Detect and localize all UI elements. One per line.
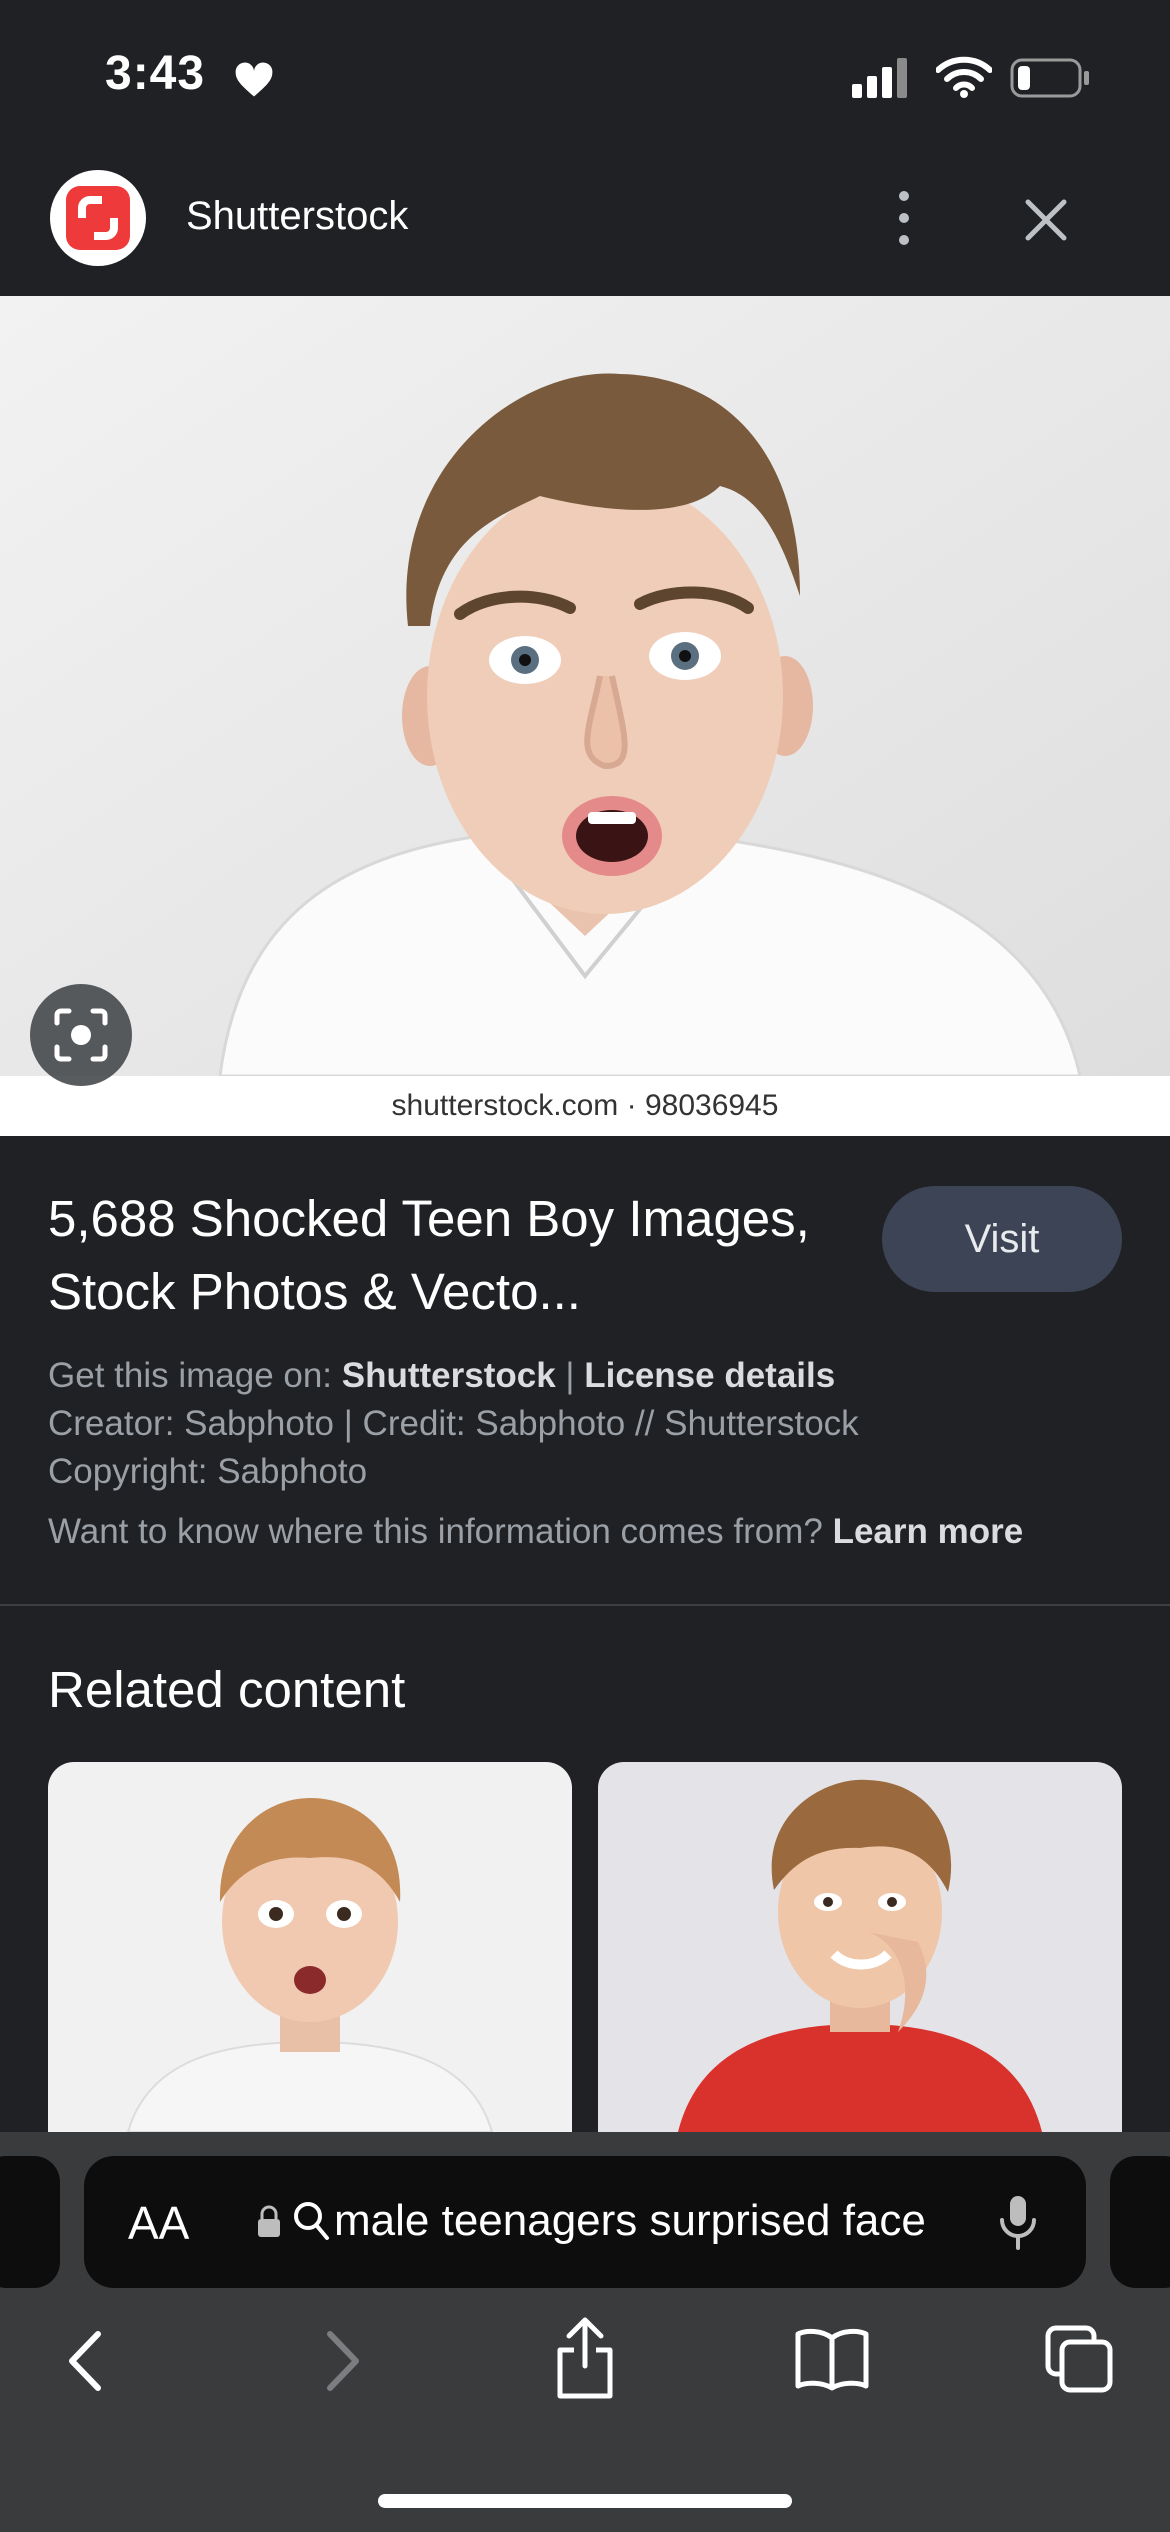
more-vert-icon[interactable] — [888, 188, 920, 248]
source-link[interactable]: Shutterstock — [342, 1356, 556, 1395]
license-details-link[interactable]: License details — [584, 1356, 835, 1395]
share-icon[interactable] — [552, 2316, 618, 2402]
text-size-button[interactable]: AA — [128, 2196, 189, 2250]
tabs-icon[interactable] — [1044, 2324, 1114, 2394]
home-indicator[interactable] — [378, 2494, 792, 2508]
lock-icon — [258, 2205, 280, 2237]
close-icon[interactable] — [1022, 196, 1070, 244]
learn-more-link[interactable]: Learn more — [833, 1512, 1024, 1551]
source-line: Get this image on: Shutterstock | Licens… — [48, 1356, 835, 1396]
lens-icon — [54, 1008, 108, 1062]
section-divider — [0, 1604, 1170, 1606]
related-thumbnail[interactable] — [598, 1762, 1122, 2132]
search-icon — [294, 2202, 329, 2240]
related-thumbnail[interactable] — [48, 1762, 572, 2132]
next-tab-preview[interactable] — [1110, 2156, 1170, 2288]
info-source-line: Want to know where this information come… — [48, 1512, 1023, 1552]
signal-icon — [852, 58, 907, 98]
copyright-line: Copyright: Sabphoto — [48, 1452, 368, 1491]
creator-line: Creator: Sabphoto | Credit: Sabphoto // … — [48, 1404, 859, 1443]
lens-button[interactable] — [30, 984, 132, 1086]
wifi-icon — [936, 56, 992, 98]
main-image[interactable] — [0, 296, 1170, 1076]
site-name: Shutterstock — [186, 194, 409, 238]
separator: | — [555, 1356, 585, 1395]
status-time: 3:43 — [105, 47, 206, 100]
related-heading: Related content — [48, 1661, 406, 1718]
battery-icon — [1010, 58, 1089, 98]
info-question: Want to know where this information come… — [48, 1512, 833, 1551]
address-text[interactable]: male teenagers surprised face — [334, 2196, 926, 2246]
visit-button[interactable]: Visit — [882, 1186, 1122, 1292]
bookmarks-icon[interactable] — [794, 2326, 870, 2392]
mic-icon[interactable] — [998, 2192, 1038, 2252]
forward-icon[interactable] — [316, 2326, 366, 2396]
shutterstock-logo[interactable] — [50, 170, 146, 266]
back-icon[interactable] — [62, 2326, 112, 2396]
previous-tab-preview[interactable] — [0, 2156, 60, 2288]
result-title[interactable]: 5,688 Shocked Teen Boy Images, Stock Pho… — [48, 1182, 868, 1328]
image-watermark: shutterstock.com · 98036945 — [0, 1076, 1170, 1136]
source-prefix: Get this image on: — [48, 1356, 342, 1395]
heart-icon — [235, 62, 273, 97]
